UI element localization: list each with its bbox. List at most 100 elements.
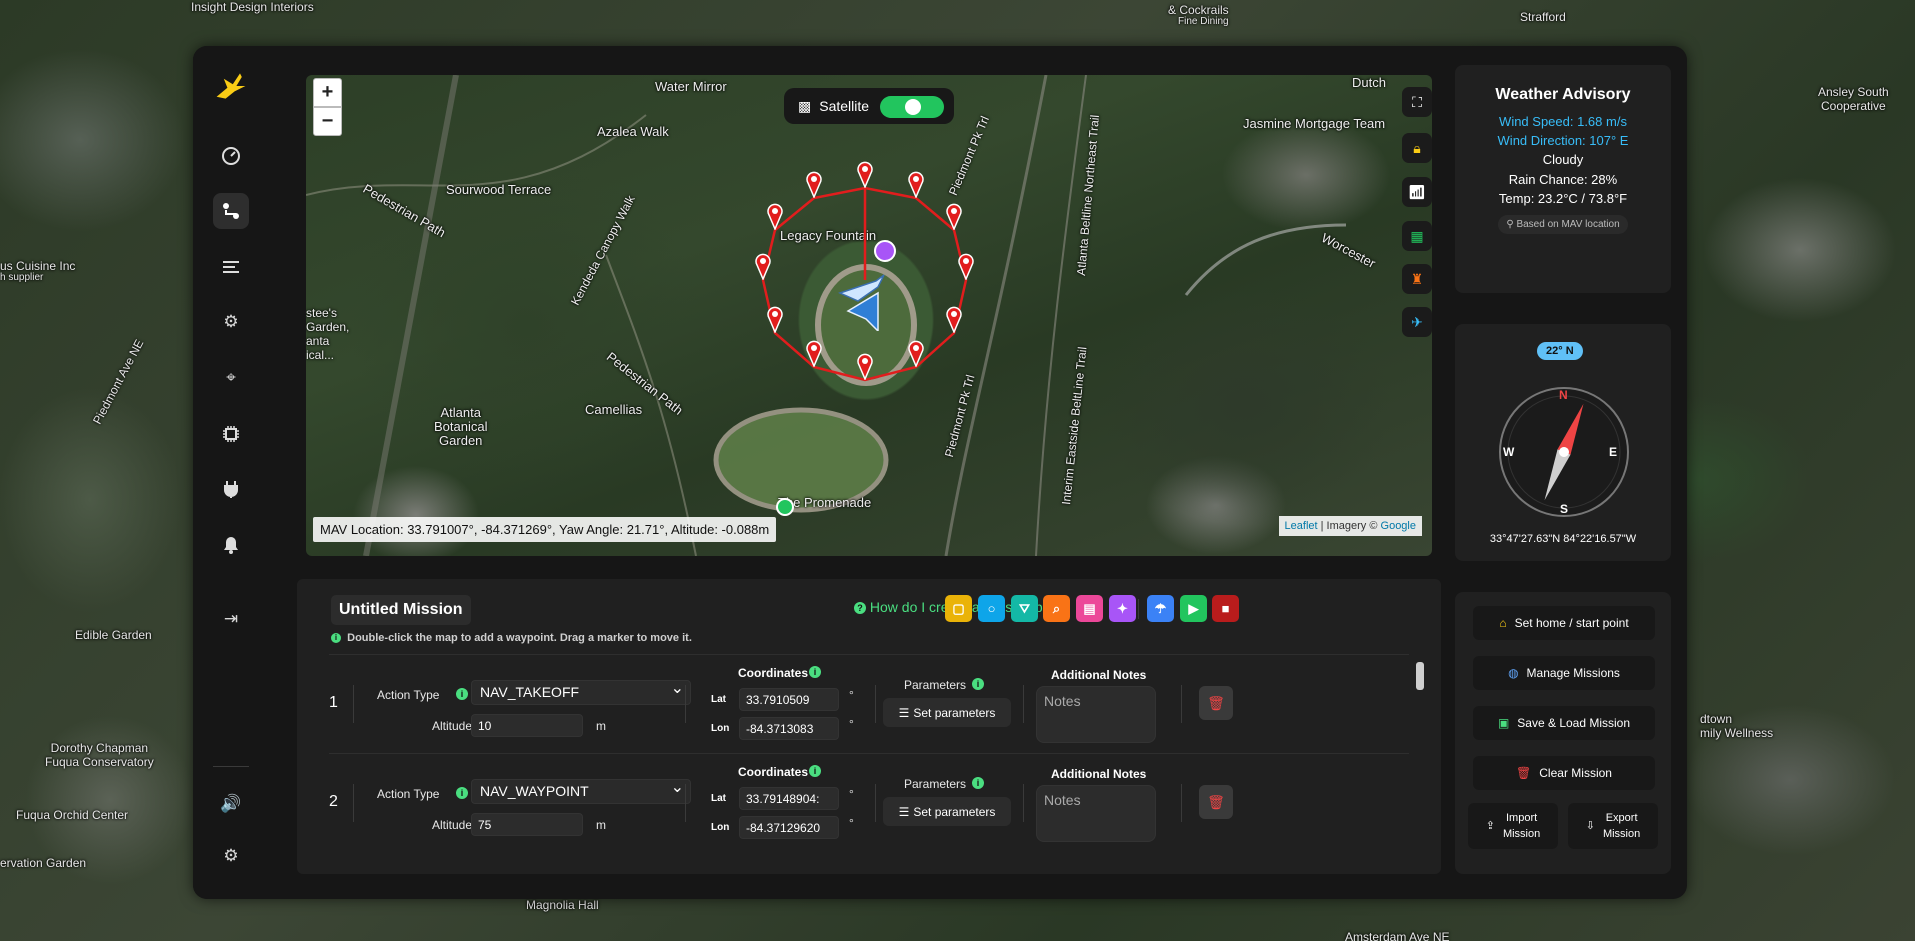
google-link[interactable]: Google (1381, 520, 1416, 532)
location-badge: ⚲ Based on MAV location (1498, 215, 1628, 234)
plane-icon[interactable]: ✈ (1402, 307, 1432, 337)
magic-tool-button[interactable]: ✦ (1109, 595, 1136, 622)
road-tool-button[interactable]: ⛛ (1011, 595, 1038, 622)
mission-planner-icon[interactable] (213, 193, 249, 229)
map-icon: ▩ (798, 97, 812, 114)
mission-title[interactable]: Untitled Mission (331, 595, 471, 625)
pin-icon: ⚲ (1506, 219, 1514, 230)
lat-input[interactable]: 33.7910509 (739, 688, 839, 711)
altitude-input[interactable]: 10 (471, 714, 583, 737)
waypoint-marker-icon[interactable] (856, 160, 874, 188)
grid-icon[interactable]: ▦ (1402, 221, 1432, 251)
satellite-label: Satellite (819, 98, 870, 114)
chip-icon[interactable] (213, 416, 249, 452)
volume-icon[interactable]: 🔊 (213, 786, 249, 822)
action-type-select[interactable]: NAV_WAYPOINT (471, 777, 691, 804)
altitude-input[interactable]: 75 (471, 813, 583, 836)
waypoint-marker-icon[interactable] (766, 202, 784, 230)
plug-icon[interactable] (213, 471, 249, 507)
waypoint-marker-icon[interactable] (805, 170, 823, 198)
parachute-tool-button[interactable]: ☂ (1147, 595, 1174, 622)
waypoint-marker-icon[interactable] (945, 305, 963, 333)
waypoint-number: 2 (329, 793, 338, 810)
home-icon: ⌂ (1499, 616, 1507, 630)
antenna-icon[interactable]: 📶︎ (1402, 177, 1432, 207)
logout-icon[interactable]: ⇥ (213, 601, 249, 637)
waypoint-row: 2 Action Type i NAV_WAYPOINT Altitude 75… (329, 753, 1409, 850)
waypoint-marker-icon[interactable] (856, 352, 874, 380)
lat-input[interactable]: 33.79148904: (739, 787, 839, 810)
lon-input[interactable]: -84.37129620 (739, 816, 839, 839)
manage-missions-button[interactable]: ◍ Manage Missions (1473, 656, 1655, 690)
export-mission-button[interactable]: ⇩ Export Mission (1568, 803, 1658, 849)
poi-promenade-icon (776, 498, 794, 516)
fullscreen-icon[interactable]: ⛶ (1402, 87, 1432, 117)
waypoint-marker-icon[interactable] (907, 170, 925, 198)
tower-icon[interactable]: ♜ (1402, 264, 1432, 294)
bell-icon[interactable] (213, 527, 249, 563)
bird-logo-icon (213, 68, 249, 104)
sliders-icon: ☰ (898, 804, 910, 819)
bg-label: Dorothy Chapman Fuqua Conservatory (45, 741, 154, 769)
parameters-label: Parameters (904, 777, 967, 791)
lock-icon[interactable]: 🔒︎ (1402, 133, 1432, 163)
bg-label: Magnolia Hall (526, 898, 599, 912)
temperature: Temp: 23.2°C / 73.8°F (1498, 191, 1628, 206)
lon-input[interactable]: -84.3713083 (739, 717, 839, 740)
delete-waypoint-button[interactable]: 🗑︎ (1199, 686, 1233, 720)
lat-label: Lat (711, 793, 726, 804)
bg-label: Piedmont Ave NE (90, 337, 147, 427)
scrollbar-thumb[interactable] (1416, 662, 1424, 690)
dashboard-icon[interactable] (213, 138, 249, 174)
satellite-toggle[interactable]: ▩ Satellite (784, 88, 954, 124)
poi-fountain-icon (874, 240, 896, 262)
coordinates-label: Coordinates (738, 765, 809, 779)
building-tool-button[interactable]: ▤ (1076, 595, 1103, 622)
import-mission-button[interactable]: ⇪ Import Mission (1468, 803, 1558, 849)
waypoint-marker-icon[interactable] (754, 252, 772, 280)
settings-icon[interactable]: ⚙ (213, 304, 249, 340)
leaflet-link[interactable]: Leaflet (1285, 520, 1318, 532)
rectangle-tool-button[interactable]: ▢ (945, 595, 972, 622)
waypoint-marker-icon[interactable] (805, 339, 823, 367)
altitude-label: Altitude (432, 719, 473, 733)
notes-field[interactable]: Notes (1036, 686, 1156, 743)
action-type-select[interactable]: NAV_TAKEOFF (471, 678, 691, 705)
bg-label: Edible Garden (75, 628, 152, 642)
satellite-switch[interactable] (880, 96, 944, 118)
set-parameters-button[interactable]: ☰ Set parameters (883, 698, 1011, 727)
clear-mission-button[interactable]: 🗑︎ Clear Mission (1473, 756, 1655, 790)
weather-title: Weather Advisory (1495, 86, 1631, 103)
compass-s: S (1560, 502, 1569, 516)
waypoint-marker-icon[interactable] (907, 339, 925, 367)
waypoint-marker-icon[interactable] (957, 252, 975, 280)
info-icon: i (809, 765, 821, 777)
parameters-label: Parameters (904, 678, 967, 692)
compass-e: E (1609, 445, 1618, 459)
map-view[interactable]: + − Water Mirror Azalea Walk Sourwood Te… (306, 75, 1432, 556)
set-parameters-button[interactable]: ☰ Set parameters (883, 797, 1011, 826)
sliders-icon: ☰ (898, 705, 910, 720)
bg-label: Fine Dining (1178, 16, 1229, 27)
sidebar-divider (213, 766, 249, 767)
play-tool-button[interactable]: ▶ (1180, 595, 1207, 622)
crosshair-icon[interactable]: ⌖ (213, 360, 249, 396)
bg-label: us Cuisine Inc (0, 259, 76, 273)
waypoint-marker-icon[interactable] (766, 305, 784, 333)
compass-coordinates: 33°47'27.63"N 84°22'16.57"W (1489, 533, 1637, 545)
set-home-button[interactable]: ⌂ Set home / start point (1473, 606, 1655, 640)
bg-label: Amsterdam Ave NE (1345, 930, 1450, 941)
search-tool-button[interactable]: ⌕ (1043, 595, 1070, 622)
notes-field[interactable]: Notes (1036, 785, 1156, 842)
waypoint-marker-icon[interactable] (945, 202, 963, 230)
list-icon[interactable] (213, 249, 249, 285)
circle-tool-button[interactable]: ○ (978, 595, 1005, 622)
altitude-label: Altitude (432, 818, 473, 832)
bg-label: & Cockrails (1168, 3, 1229, 17)
delete-waypoint-button[interactable]: 🗑︎ (1199, 785, 1233, 819)
trash-icon: 🗑︎ (1207, 793, 1225, 810)
stop-tool-button[interactable]: ■ (1212, 595, 1239, 622)
actions-panel: ⌂ Set home / start point ◍ Manage Missions… (1455, 592, 1671, 874)
preferences-icon[interactable]: ⚙ (213, 838, 249, 874)
save-load-button[interactable]: ▣ Save & Load Mission (1473, 706, 1655, 740)
